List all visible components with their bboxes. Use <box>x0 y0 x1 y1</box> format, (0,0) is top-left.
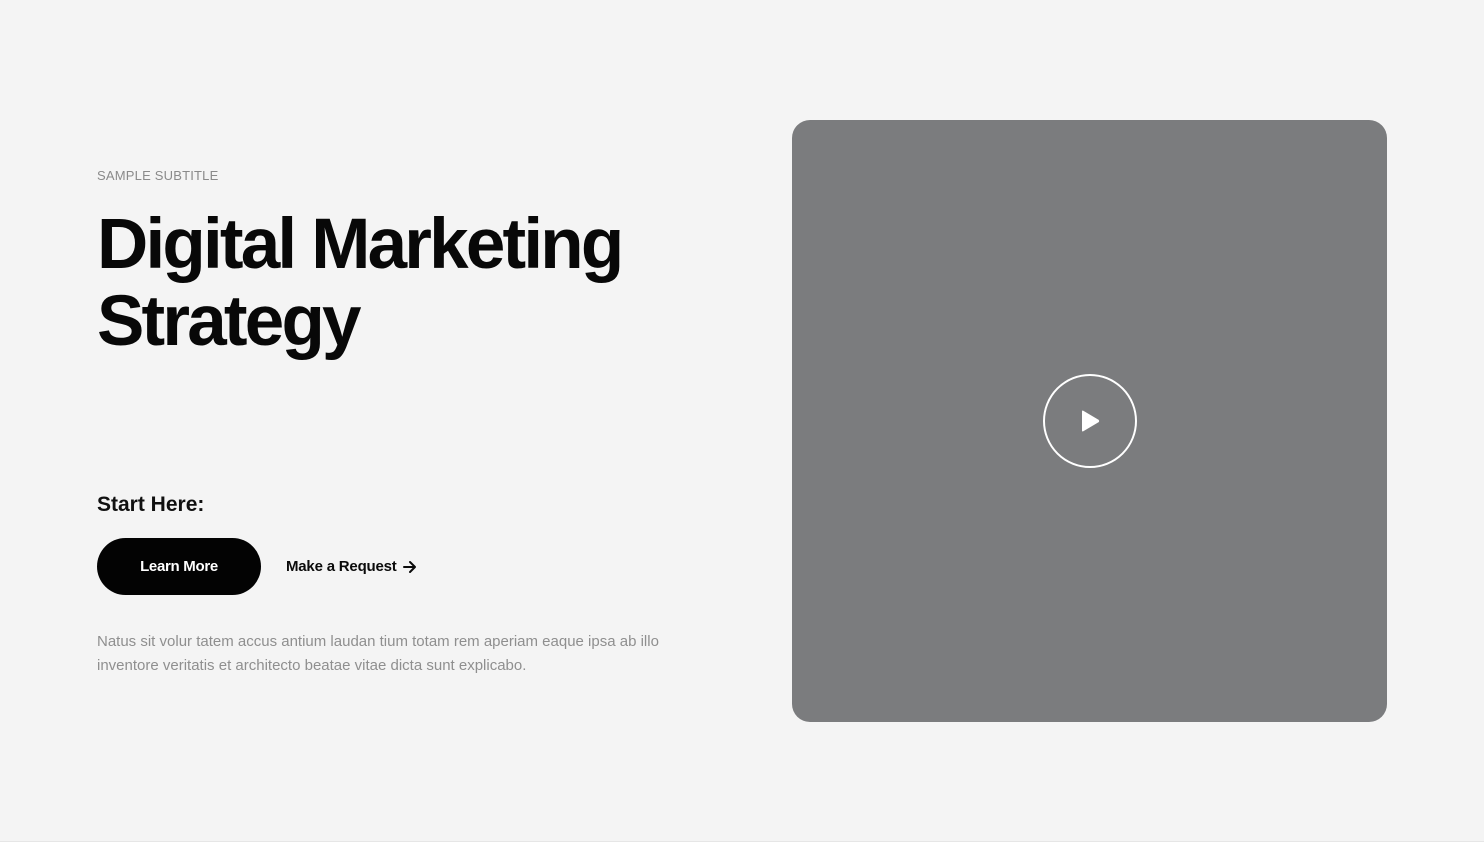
start-here-label: Start Here: <box>97 493 205 516</box>
play-button[interactable] <box>1043 374 1137 468</box>
hero-description: Natus sit volur tatem accus antium lauda… <box>97 633 659 674</box>
learn-more-button[interactable]: Learn More <box>97 538 261 595</box>
video-placeholder[interactable] <box>792 120 1387 722</box>
hero-actions: Learn More Make a Request <box>97 538 417 595</box>
hero-section: SAMPLE SUBTITLE Digital Marketing Strate… <box>0 0 1484 842</box>
hero-content: SAMPLE SUBTITLE Digital Marketing Strate… <box>97 0 717 842</box>
make-request-label: Make a Request <box>286 558 397 575</box>
hero-title: Digital Marketing Strategy <box>97 205 624 361</box>
hero-subtitle: SAMPLE SUBTITLE <box>97 168 219 183</box>
play-icon <box>1082 410 1100 432</box>
make-request-link[interactable]: Make a Request <box>286 558 417 575</box>
arrow-right-icon <box>402 560 416 573</box>
